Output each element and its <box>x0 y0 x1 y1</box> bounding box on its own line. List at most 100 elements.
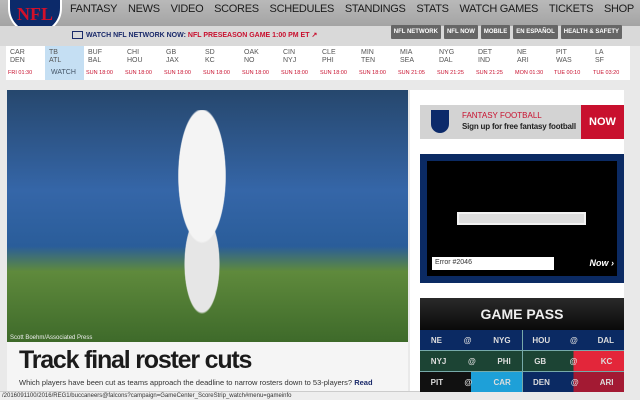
away-team: SD <box>205 49 215 56</box>
network-button[interactable]: EN ESPAÑOL <box>513 25 558 39</box>
game-time: FRI 01:30 <box>8 70 33 76</box>
score-game[interactable]: CHI HOU SUN 18:00 <box>123 46 162 80</box>
away-team: OAK <box>244 49 259 56</box>
nav-item[interactable]: STANDINGS <box>345 0 406 18</box>
score-game[interactable]: LA SF TUE 03:20 <box>591 46 630 80</box>
home-team: PHI <box>322 57 334 64</box>
score-game[interactable]: CLE PHI SUN 18:00 <box>318 46 357 80</box>
nav-item[interactable]: SHOP <box>604 0 634 18</box>
home-team: SEA <box>400 57 415 64</box>
watch-link[interactable]: NFL PRESEASON GAME 1:00 PM ET <box>188 32 310 39</box>
game-time: SUN 21:25 <box>437 70 464 76</box>
score-game[interactable]: NYG DAL SUN 21:25 <box>435 46 474 80</box>
top-nav: FANTASY NEWS VIDEO SCORES SCHEDULES STANDINGS… <box>0 0 640 26</box>
score-strip: CAR DEN FRI 01:30 TB ATL WATCH BUF BAL SUN 18:00… <box>6 46 630 80</box>
game-time: SUN 18:00 <box>164 70 191 76</box>
away-team: TB <box>49 49 58 56</box>
team-logo: NYJ <box>430 356 447 366</box>
score-game[interactable]: OAK NO SUN 18:00 <box>240 46 279 80</box>
score-game[interactable]: CAR DEN FRI 01:30 <box>6 46 45 80</box>
nav-item[interactable]: TICKETS <box>549 0 594 18</box>
score-game[interactable]: GB JAX SUN 18:00 <box>162 46 201 80</box>
home-team: NO <box>244 57 255 64</box>
score-game[interactable]: CIN NYJ SUN 18:00 <box>279 46 318 80</box>
network-button[interactable]: HEALTH & SAFETY <box>560 25 622 39</box>
home-team: BAL <box>88 57 102 64</box>
nav-item[interactable]: SCORES <box>214 0 259 18</box>
network-button[interactable]: MOBILE <box>480 25 511 39</box>
nav-item[interactable]: STATS <box>416 0 449 18</box>
nav-item[interactable]: FANTASY <box>70 0 118 18</box>
fantasy-ad-text: Sign up for free fantasy football <box>462 122 576 131</box>
nav-item[interactable]: SCHEDULES <box>270 0 335 18</box>
fantasy-now-button[interactable]: NOW <box>581 105 624 139</box>
video-player[interactable]: Error #2046 Now › <box>420 154 624 283</box>
gamepass-matchup[interactable]: NE @ NYG <box>420 330 522 350</box>
nav-item[interactable]: WATCH GAMES <box>459 0 538 18</box>
score-game[interactable]: TB ATL WATCH <box>45 46 84 80</box>
at-symbol: @ <box>570 335 578 345</box>
team-logo: PIT <box>430 377 444 387</box>
at-symbol: @ <box>463 335 472 345</box>
at-symbol: @ <box>569 356 578 366</box>
home-team: JAX <box>166 57 179 64</box>
home-team: WAS <box>556 57 572 64</box>
gamepass-matchup[interactable]: HOU @ DAL <box>522 330 624 350</box>
score-game[interactable]: BUF BAL SUN 18:00 <box>84 46 123 80</box>
score-game[interactable]: MIA SEA SUN 21:05 <box>396 46 435 80</box>
team-logo: CAR <box>493 377 511 387</box>
score-game[interactable]: SD KC SUN 18:00 <box>201 46 240 80</box>
watch-nfl-network-link[interactable]: WATCH NFL NETWORK NOW: NFL PRESEASON GAM… <box>72 31 318 40</box>
nfl-shield-icon <box>431 110 449 133</box>
at-symbol: @ <box>467 356 476 366</box>
gamepass-matchup[interactable]: PIT @ CAR <box>420 372 522 392</box>
away-team: MIA <box>400 49 413 56</box>
player-figure <box>147 110 257 330</box>
away-team: CHI <box>127 49 140 56</box>
network-button[interactable]: NFL NETWORK <box>390 25 441 39</box>
team-logo: HOU <box>532 335 551 345</box>
team-logo: ARI <box>599 377 614 387</box>
score-game[interactable]: DET IND SUN 21:25 <box>474 46 513 80</box>
fantasy-ad[interactable]: FANTASY FOOTBALL Sign up for free fantas… <box>420 105 624 139</box>
error-message: Error #2046 <box>432 257 554 270</box>
score-game[interactable]: PIT WAS TUE 00:10 <box>552 46 591 80</box>
status-bar-url: /2016091100/2016/REG1/buccaneers@falcons… <box>0 391 420 400</box>
home-team: DEN <box>10 57 25 64</box>
hero-image[interactable]: Scott Boehm/Associated Press <box>7 90 408 342</box>
read-link[interactable]: Read <box>354 378 372 387</box>
at-symbol: @ <box>464 377 473 387</box>
away-team: MIN <box>361 49 374 56</box>
nfl-now-link[interactable]: Now › <box>590 258 615 268</box>
gamepass-matchup[interactable]: DEN @ ARI <box>522 372 624 392</box>
score-game[interactable]: NE ARI MON 01:30 <box>513 46 552 80</box>
away-team: PIT <box>556 49 567 56</box>
away-team: CAR <box>10 49 25 56</box>
gamepass-matchup[interactable]: GB @ KC <box>522 351 624 371</box>
score-game[interactable]: MIN TEN SUN 18:00 <box>357 46 396 80</box>
away-team: CLE <box>322 49 336 56</box>
game-time: SUN 18:00 <box>281 70 308 76</box>
game-time: WATCH <box>51 69 76 76</box>
gamepass-matchup[interactable]: NYJ @ PHI <box>420 351 522 371</box>
home-team: ATL <box>49 57 62 64</box>
nav-item[interactable]: VIDEO <box>171 0 204 18</box>
away-team: DET <box>478 49 492 56</box>
external-link-icon: ↗ <box>311 32 318 39</box>
tv-icon <box>72 31 83 40</box>
game-time: SUN 21:05 <box>398 70 425 76</box>
photo-credit: Scott Boehm/Associated Press <box>10 335 93 341</box>
away-team: NYG <box>439 49 455 56</box>
home-team: SF <box>595 57 604 64</box>
home-team: NYJ <box>283 57 297 64</box>
home-team: IND <box>478 57 491 64</box>
home-team: HOU <box>127 57 143 64</box>
nav-item[interactable]: NEWS <box>128 0 160 18</box>
game-time: SUN 18:00 <box>359 70 386 76</box>
away-team: NE <box>517 49 527 56</box>
away-team: CIN <box>283 49 296 56</box>
team-logo: NYG <box>493 335 511 345</box>
headline[interactable]: Track final roster cuts <box>19 346 252 375</box>
game-pass-panel[interactable]: GAME PASS NE @ NYG HOU @ DAL NYJ @ PHI GB @ KC PIT @ C… <box>420 298 624 392</box>
network-button[interactable]: NFL NOW <box>443 25 478 39</box>
